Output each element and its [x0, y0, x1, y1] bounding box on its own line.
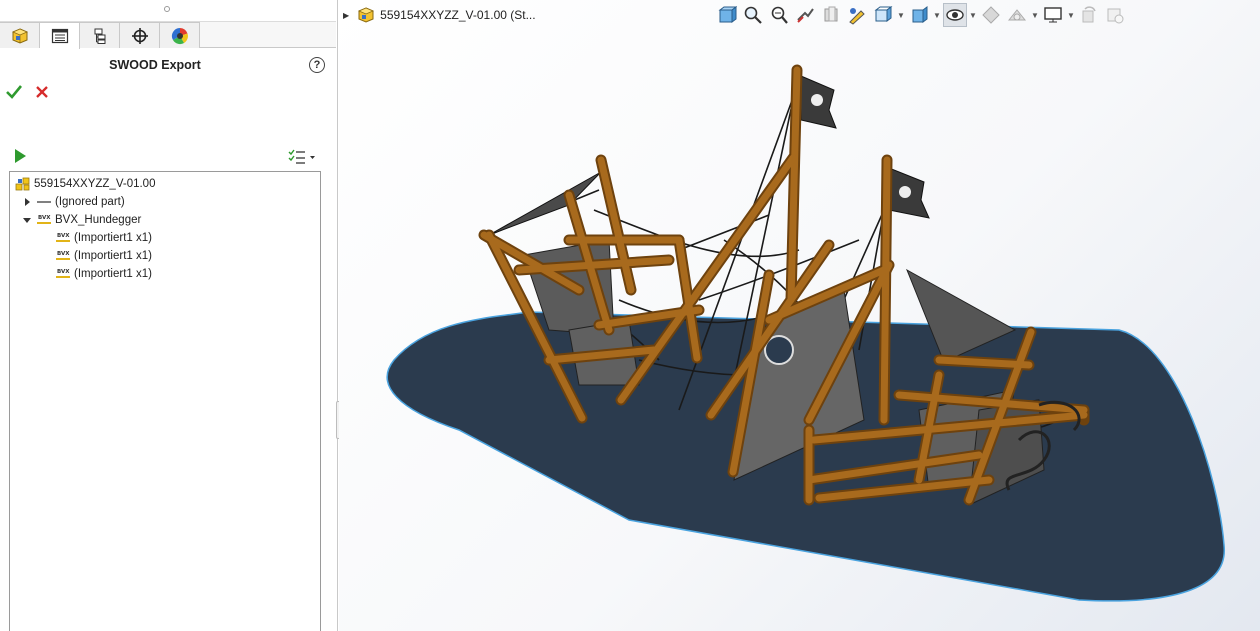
sail-rear: [488, 171, 602, 236]
zoom-in-out-button[interactable]: [767, 3, 791, 27]
document-title: 559154XXYZZ_V-01.00 (St...: [380, 8, 536, 22]
tab-feature-manager[interactable]: [0, 22, 40, 48]
tab-configuration-manager[interactable]: [80, 22, 120, 48]
heads-up-view-toolbar: ▼ ▼ ▼ ▼ ▼: [715, 2, 1127, 28]
zoom-to-fit-button[interactable]: [715, 3, 739, 27]
line-icon: [37, 201, 51, 203]
realview-icon: [1107, 8, 1124, 24]
hide-show-items-button[interactable]: [943, 3, 967, 27]
bvx-icon: BVX: [56, 269, 70, 278]
zoom-to-fit-icon: [718, 6, 737, 23]
help-button[interactable]: ?: [309, 57, 325, 73]
assembly-icon: [358, 7, 375, 23]
help-icon: ?: [313, 59, 321, 71]
apply-scene-button[interactable]: [1005, 3, 1029, 27]
chevron-down-icon[interactable]: ▼: [969, 11, 977, 20]
grip-dot-icon: [164, 6, 170, 12]
tree-item-label: (Ignored part): [55, 196, 125, 208]
tab-property-manager[interactable]: [40, 22, 80, 49]
tree-item-importiert-3[interactable]: BVX (Importiert1 x1): [55, 265, 152, 283]
section-view-button[interactable]: [819, 3, 843, 27]
edit-appearance-button[interactable]: [979, 3, 1003, 27]
zoom-to-area-button[interactable]: [741, 3, 765, 27]
view-settings-button[interactable]: [1041, 3, 1065, 27]
dynamic-annotation-button[interactable]: [845, 3, 869, 27]
run-export-button[interactable]: [12, 147, 28, 165]
breadcrumb-expand-icon[interactable]: ▶: [343, 11, 349, 20]
chevron-down-icon[interactable]: ▼: [897, 11, 905, 20]
collapse-arrow-icon[interactable]: [22, 215, 32, 225]
svg-text:BVX: BVX: [57, 251, 70, 257]
tree-item-label: (Importiert1 x1): [74, 232, 152, 244]
chevron-down-icon[interactable]: ▼: [933, 11, 941, 20]
tree-item-ignored-part[interactable]: (Ignored part): [22, 193, 125, 211]
ok-button[interactable]: [5, 83, 23, 101]
svg-text:BVX: BVX: [57, 233, 70, 239]
tree-item-label: (Importiert1 x1): [74, 250, 152, 262]
dynamic-annotation-icon: [849, 8, 865, 25]
play-icon: [15, 149, 26, 163]
tree-root[interactable]: 559154XXYZZ_V-01.00: [15, 175, 155, 193]
manager-tab-strip: [0, 22, 336, 49]
view-orientation-button[interactable]: [871, 3, 895, 27]
apply-scene-icon: [1007, 9, 1027, 21]
assembly-icon: [15, 177, 30, 191]
bvx-icon: BVX: [56, 233, 70, 242]
view-settings-icon: [1044, 7, 1062, 23]
close-x-icon: [36, 86, 48, 98]
tree-item-label: BVX_Hundegger: [55, 214, 142, 226]
property-manager-panel: SWOOD Export ? 559154XXYZZ_V-01.00 (Igno…: [0, 0, 338, 631]
zoom-in-out-icon: [771, 6, 788, 24]
panel-resize-grip[interactable]: [0, 0, 336, 22]
chevron-down-icon[interactable]: ▼: [1067, 11, 1075, 20]
rotate-view-icon: [1082, 6, 1096, 23]
property-manager-title: SWOOD Export: [109, 58, 201, 72]
tab-display-manager[interactable]: [160, 22, 200, 48]
tree-options-button[interactable]: [288, 148, 318, 166]
svg-text:BVX: BVX: [38, 215, 51, 221]
previous-view-icon: [797, 8, 814, 23]
display-style-button[interactable]: [907, 3, 931, 27]
tree-item-importiert-2[interactable]: BVX (Importiert1 x1): [55, 247, 152, 265]
model-scene[interactable]: [339, 0, 1260, 631]
view-orientation-icon: [874, 6, 893, 22]
rotate-view-button[interactable]: [1077, 3, 1101, 27]
realview-button[interactable]: [1103, 3, 1127, 27]
configuration-icon: [94, 28, 105, 44]
tree-item-bvx-hundegger[interactable]: BVX BVX_Hundegger: [22, 211, 141, 229]
tab-dimxpert-manager[interactable]: [120, 22, 160, 48]
document-breadcrumb[interactable]: ▶ 559154XXYZZ_V-01.00 (St...: [343, 6, 536, 24]
tree-root-label: 559154XXYZZ_V-01.00: [34, 178, 156, 190]
display-style-icon: [912, 6, 928, 23]
assembly-icon: [11, 27, 28, 44]
zoom-to-area-icon: [744, 6, 762, 24]
cancel-button[interactable]: [33, 83, 51, 101]
chevron-down-icon[interactable]: ▼: [1031, 11, 1039, 20]
edit-appearance-icon: [982, 6, 1000, 24]
checkmark-icon: [6, 85, 23, 99]
previous-view-button[interactable]: [793, 3, 817, 27]
expand-arrow-icon[interactable]: [22, 197, 32, 207]
crosshair-icon: [131, 27, 148, 44]
tree-item-importiert-1[interactable]: BVX (Importiert1 x1): [55, 229, 152, 247]
export-tree[interactable]: 559154XXYZZ_V-01.00 (Ignored part) BVX B…: [9, 171, 321, 631]
bvx-icon: BVX: [37, 215, 51, 224]
section-view-icon: [824, 6, 838, 22]
color-wheel-icon: [171, 27, 188, 44]
svg-text:BVX: BVX: [57, 269, 70, 275]
property-list-icon: [51, 28, 68, 44]
tree-item-label: (Importiert1 x1): [74, 268, 152, 280]
hide-show-items-icon: [946, 9, 964, 21]
bvx-icon: BVX: [56, 251, 70, 260]
list-options-icon: [288, 149, 315, 164]
graphics-area[interactable]: ▶ 559154XXYZZ_V-01.00 (St... ▼ ▼ ▼ ▼ ▼: [339, 0, 1260, 631]
